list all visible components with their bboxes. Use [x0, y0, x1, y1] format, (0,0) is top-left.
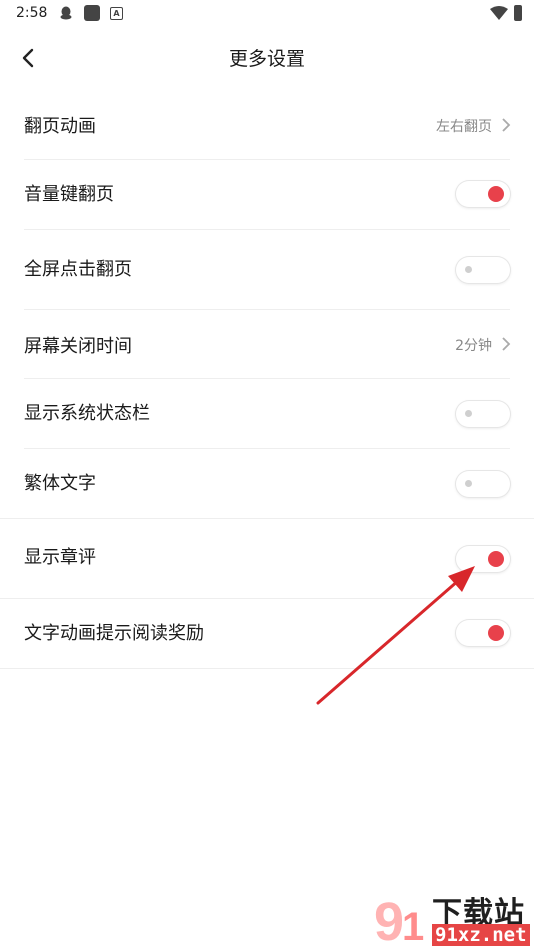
setting-text-animation-reward: 文字动画提示阅读奖励	[0, 599, 534, 669]
setting-label: 繁体文字	[24, 473, 96, 494]
status-bar-toggle[interactable]	[456, 401, 510, 427]
qq-penguin-icon	[60, 6, 72, 20]
app-notification-icon	[84, 5, 100, 21]
status-time: 2:58	[16, 5, 48, 21]
a-notification-icon: A	[110, 7, 123, 20]
text-animation-toggle[interactable]	[456, 620, 510, 646]
setting-page-turn-animation[interactable]: 翻页动画 左右翻页	[0, 90, 534, 160]
setting-show-chapter-comments: 显示章评	[0, 519, 534, 599]
battery-icon	[514, 5, 522, 21]
watermark-logo-icon: 9 1	[374, 892, 424, 946]
status-bar: 2:58 A	[0, 0, 534, 28]
setting-screen-off-time[interactable]: 屏幕关闭时间 2分钟	[0, 310, 534, 379]
chevron-right-icon	[502, 337, 511, 351]
chapter-comments-toggle[interactable]	[456, 546, 510, 572]
setting-label: 显示系统状态栏	[24, 403, 150, 424]
volume-key-toggle[interactable]	[456, 181, 510, 207]
fullscreen-tap-toggle[interactable]	[456, 257, 510, 283]
wifi-icon	[490, 6, 508, 20]
traditional-text-toggle[interactable]	[456, 471, 510, 497]
setting-label: 文字动画提示阅读奖励	[24, 623, 204, 644]
setting-fullscreen-tap: 全屏点击翻页	[0, 230, 534, 310]
setting-traditional-text: 繁体文字	[0, 449, 534, 519]
svg-text:1: 1	[402, 905, 424, 946]
setting-label: 全屏点击翻页	[24, 259, 132, 280]
setting-value: 2分钟	[455, 338, 492, 354]
svg-text:9: 9	[374, 892, 404, 946]
chevron-right-icon	[502, 118, 511, 132]
setting-label: 屏幕关闭时间	[24, 336, 132, 357]
setting-label: 显示章评	[24, 547, 96, 568]
watermark-domain: 91xz.net	[432, 924, 530, 946]
setting-label: 音量键翻页	[24, 184, 114, 205]
setting-volume-key-page-turn: 音量键翻页	[0, 160, 534, 230]
setting-show-status-bar: 显示系统状态栏	[0, 379, 534, 449]
page-title: 更多设置	[228, 48, 305, 70]
setting-value: 左右翻页	[436, 119, 492, 135]
top-app-bar: 更多设置	[0, 28, 534, 88]
setting-label: 翻页动画	[24, 116, 96, 137]
watermark: 9 1 下载站 91xz.net	[372, 886, 532, 950]
